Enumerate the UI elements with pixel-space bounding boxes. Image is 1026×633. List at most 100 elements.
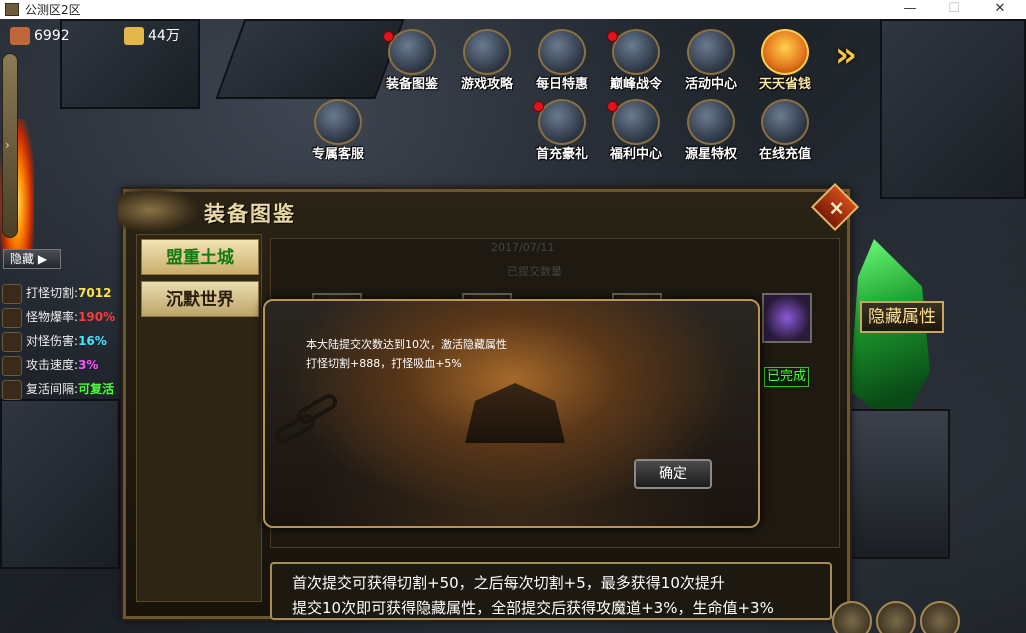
gold-icon [124, 27, 144, 45]
completed-badge: 已完成 [764, 367, 810, 387]
feature-1-button[interactable]: 专属客服 [303, 99, 373, 165]
feature-label: 源星特权 [684, 147, 737, 162]
stat-label: 攻击速度 [26, 358, 75, 372]
feature-label: 每日特惠 [535, 77, 588, 92]
feature-label: 首充豪礼 [535, 147, 588, 162]
panel-close-button[interactable]: × [810, 182, 860, 232]
equipment-slot[interactable] [762, 293, 812, 343]
stat-value: 7012 [78, 286, 112, 300]
green-crystal [850, 239, 930, 429]
notification-dot-icon [607, 101, 618, 112]
feature-icon [612, 29, 660, 75]
stat-row: 攻击速度:3% [2, 354, 98, 376]
feature-icon [538, 29, 586, 75]
gold-value: 44万 [148, 28, 180, 44]
feature-icon [687, 29, 735, 75]
stat-label: 打怪切割 [26, 286, 75, 300]
stat-row: 对怪伤害:16% [2, 330, 107, 352]
building-silhouette [465, 383, 565, 443]
expand-features-icon[interactable]: » [835, 35, 857, 75]
feature-5-button[interactable]: 在线充值 [750, 99, 820, 165]
bottom-menu-icon[interactable] [832, 601, 872, 633]
stat-value: 16% [78, 334, 107, 348]
feature-icon [314, 99, 362, 145]
hidden-attributes-button[interactable]: 隐藏属性 [860, 301, 944, 333]
feature-icon [761, 99, 809, 145]
feature-label: 专属客服 [311, 147, 364, 162]
description-line-1: 首次提交可获得切割+50，之后每次切割+5，最多获得10次提升 [292, 574, 725, 592]
app-icon [5, 3, 19, 16]
confirm-button[interactable]: 确定 [634, 459, 712, 489]
stat-row: 复活间隔:可复活 [2, 378, 114, 400]
dragon-ornament-icon [118, 188, 198, 232]
game-scene: 6992 44万 › 隐藏 ▶ 打怪切割:7012 怪物爆率:190% 对怪伤害:1… [0, 19, 1026, 633]
feature-icon [761, 29, 809, 75]
minimize-button[interactable]: — [887, 0, 933, 19]
stat-label: 复活间隔 [26, 382, 75, 396]
ingot-icon [10, 27, 30, 45]
feature-label: 福利中心 [609, 147, 662, 162]
description-box: 首次提交可获得切割+50，之后每次切割+5，最多获得10次提升 提交10次即可获… [270, 562, 832, 620]
bottom-menu-icon[interactable] [920, 601, 960, 633]
feature-label: 装备图鉴 [385, 77, 438, 92]
notification-dot-icon [383, 31, 394, 42]
feature-4-button[interactable]: 源星特权 [676, 99, 746, 165]
chain-decoration [293, 391, 341, 427]
category-list: 盟重土城 沉默世界 [136, 234, 262, 602]
feature-1-button[interactable]: 装备图鉴 [377, 29, 447, 95]
stat-icon [2, 283, 22, 304]
category-chenmo[interactable]: 沉默世界 [141, 281, 259, 317]
feature-label: 在线充值 [758, 147, 811, 162]
faint-date: 2017/07/11 [491, 241, 555, 254]
stat-row: 打怪切割:7012 [2, 282, 111, 304]
stat-icon [2, 379, 22, 400]
stat-label: 怪物爆率 [26, 310, 75, 324]
feature-5-button[interactable]: 活动中心 [676, 29, 746, 95]
dialog-message-line-2: 打怪切割+888，打怪吸血+5% [306, 357, 462, 370]
category-mengzhong[interactable]: 盟重土城 [141, 239, 259, 275]
feature-icon [388, 29, 436, 75]
crystal-pedestal [850, 409, 950, 559]
activation-dialog: 本大陆提交次数达到10次，激活隐藏属性 打怪切割+888，打怪吸血+5% 确定 [263, 299, 760, 528]
feature-icon [612, 99, 660, 145]
dialog-message-line-1: 本大陆提交次数达到10次，激活隐藏属性 [306, 338, 507, 351]
stat-value: 3% [78, 358, 99, 372]
close-window-button[interactable]: ✕ [977, 0, 1023, 19]
notification-dot-icon [607, 31, 618, 42]
maximize-button[interactable]: ☐ [931, 0, 977, 19]
feature-3-button[interactable]: 每日特惠 [527, 29, 597, 95]
sidebar-toggle[interactable]: › [2, 53, 18, 238]
window-titlebar: 公测区2区 — ☐ ✕ [0, 0, 1026, 19]
hide-button[interactable]: 隐藏 ▶ [3, 249, 61, 269]
feature-icon [687, 99, 735, 145]
feature-2-button[interactable]: 首充豪礼 [527, 99, 597, 165]
stat-row: 怪物爆率:190% [2, 306, 115, 328]
feature-icon [538, 99, 586, 145]
feature-2-button[interactable]: 游戏攻略 [452, 29, 522, 95]
stat-icon [2, 355, 22, 376]
gold-resource: 44万 [124, 25, 180, 47]
stone-block [0, 399, 120, 569]
feature-label: 活动中心 [684, 77, 737, 92]
feature-4-button[interactable]: 巅峰战令 [601, 29, 671, 95]
description-line-2: 提交10次即可获得隐藏属性，全部提交后获得攻魔道+3%，生命值+3% [292, 599, 774, 617]
notification-dot-icon [533, 101, 544, 112]
backpack-icon[interactable] [876, 601, 916, 633]
stone-block [880, 19, 1026, 199]
stat-value: 可复活 [78, 382, 115, 396]
stat-icon [2, 331, 22, 352]
stat-value: 190% [78, 310, 116, 324]
feature-label: 天天省钱 [758, 77, 811, 92]
feature-3-button[interactable]: 福利中心 [601, 99, 671, 165]
feature-icon [463, 29, 511, 75]
feature-label: 巅峰战令 [609, 77, 662, 92]
feature-label: 游戏攻略 [460, 77, 513, 92]
ingot-value: 6992 [34, 28, 70, 44]
window-title: 公测区2区 [25, 3, 81, 17]
stat-label: 对怪伤害 [26, 334, 75, 348]
chevron-right-icon: › [5, 138, 10, 152]
feature-6-button[interactable]: 天天省钱 [750, 29, 820, 95]
panel-title: 装备图鉴 [204, 202, 296, 226]
close-icon: × [828, 195, 846, 220]
stat-icon [2, 307, 22, 328]
